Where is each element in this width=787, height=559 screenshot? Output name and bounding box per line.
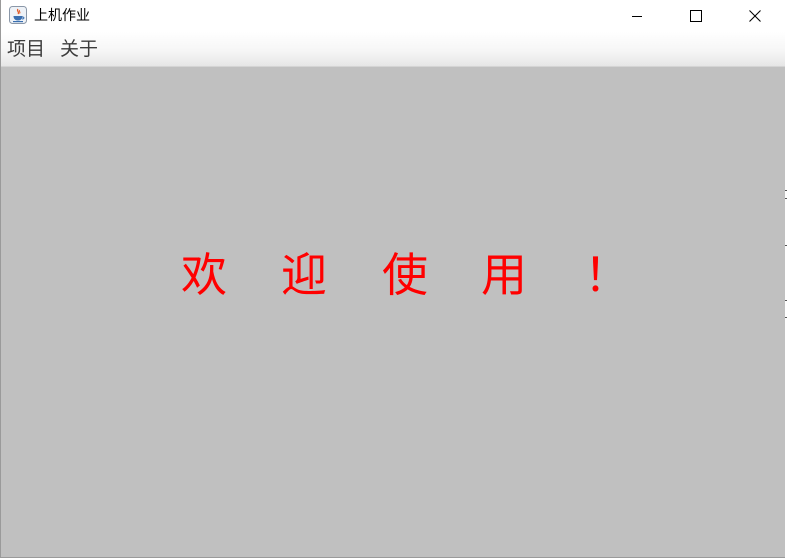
menu-bar: 项目 关于 <box>1 32 786 67</box>
app-window: 上机作业 项目 关于 欢 迎 使 用 ！ <box>0 0 787 558</box>
close-button[interactable] <box>732 0 778 31</box>
welcome-char: 迎 <box>281 248 327 302</box>
welcome-char: 使 <box>382 248 428 302</box>
maximize-icon <box>690 9 702 22</box>
minimize-button[interactable] <box>614 0 660 31</box>
welcome-char: 欢 <box>181 248 227 302</box>
menu-about[interactable]: 关于 <box>60 37 98 61</box>
close-icon <box>749 9 761 22</box>
welcome-char: 用 <box>481 248 527 302</box>
welcome-char: ！ <box>584 248 630 302</box>
title-bar[interactable]: 上机作业 <box>1 0 786 32</box>
java-app-icon <box>9 6 27 24</box>
minimize-icon <box>631 10 643 22</box>
menu-project[interactable]: 项目 <box>7 37 45 61</box>
maximize-button[interactable] <box>673 0 719 31</box>
window-title: 上机作业 <box>34 8 90 24</box>
main-content-panel: 欢 迎 使 用 ！ <box>1 67 786 557</box>
